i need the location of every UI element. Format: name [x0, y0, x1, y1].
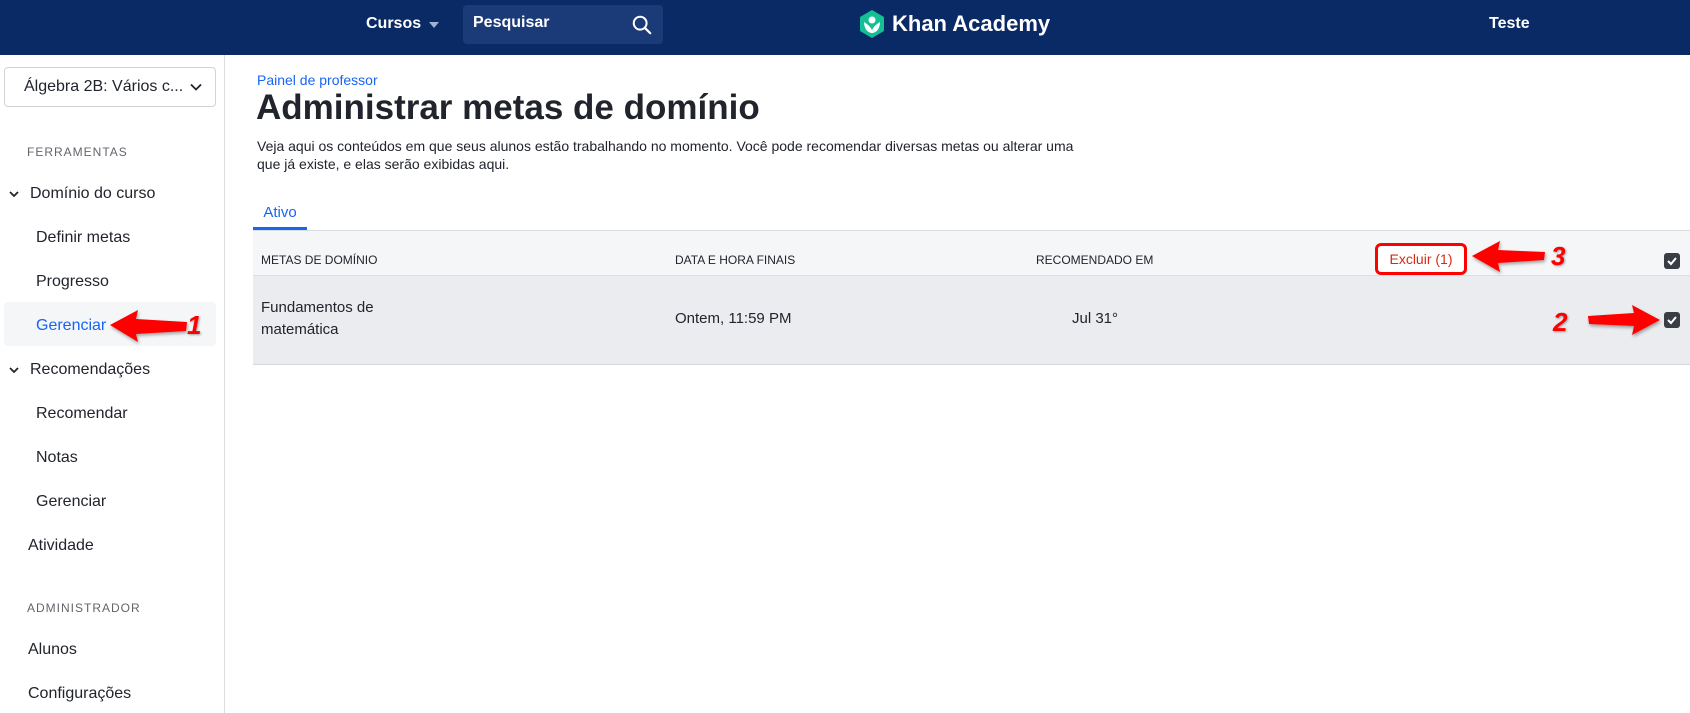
search-input[interactable] [473, 14, 623, 32]
delete-button[interactable]: Excluir (1) [1375, 243, 1467, 275]
sidebar-item-activity[interactable]: Atividade [28, 537, 94, 555]
sidebar-item-manage-recommendations[interactable]: Gerenciar [36, 493, 106, 511]
khan-leaf-icon [860, 10, 884, 38]
table-header [253, 230, 1690, 276]
sidebar-item-progress[interactable]: Progresso [36, 273, 109, 291]
user-menu[interactable]: Teste [1489, 15, 1530, 33]
logo-text: Khan Academy [892, 11, 1051, 36]
sidebar-group-mastery[interactable]: Domínio do curso [8, 185, 155, 203]
sidebar-item-recommend[interactable]: Recomendar [36, 405, 128, 423]
annotation-label-1: 1 [187, 310, 202, 340]
course-select-value: Álgebra 2B: Vários c... [24, 78, 184, 95]
due-date: Ontem, 11:59 PM [675, 310, 792, 327]
column-header-recommended: RECOMENDADO EM [1036, 253, 1154, 267]
annotation-label-3: 3 [1551, 241, 1566, 271]
column-header-due: DATA E HORA FINAIS [675, 253, 796, 267]
admin-heading: ADMINISTRADOR [27, 601, 141, 615]
select-all-checkbox[interactable] [1664, 253, 1680, 269]
tools-heading: FERRAMENTAS [27, 145, 128, 159]
khan-academy-logo[interactable]: Khan Academy [858, 9, 1050, 39]
recommended-date: Jul 31° [1072, 310, 1119, 327]
check-icon [1667, 316, 1677, 325]
top-nav: Cursos Khan Academy Teste [0, 0, 1690, 55]
breadcrumb[interactable]: Painel de professor [257, 72, 378, 88]
caret-down-icon [429, 22, 440, 28]
sidebar-group-recommendations[interactable]: Recomendações [8, 361, 150, 379]
goal-name: Fundamentos de matemática [261, 299, 374, 338]
course-select[interactable]: Álgebra 2B: Vários c... [4, 67, 216, 107]
table-row[interactable] [253, 276, 1690, 365]
sidebar-group-label: Domínio do curso [30, 185, 156, 202]
chevron-down-icon [9, 191, 19, 198]
page-description: Veja aqui os conteúdos em que seus aluno… [257, 138, 1074, 172]
column-header-goals: METAS DE DOMÍNIO [261, 253, 378, 267]
tab-active[interactable]: Ativo [253, 200, 307, 230]
sidebar-item-students[interactable]: Alunos [28, 641, 77, 659]
row-checkbox[interactable] [1664, 312, 1680, 328]
sidebar-group-label: Recomendações [30, 361, 151, 378]
sidebar-item-grades[interactable]: Notas [36, 449, 78, 467]
chevron-down-icon [9, 367, 19, 374]
check-icon [1667, 257, 1677, 266]
annotation-label-2: 2 [1553, 307, 1568, 337]
courses-menu[interactable]: Cursos [366, 15, 440, 33]
sidebar-item-define-goals[interactable]: Definir metas [36, 229, 130, 247]
courses-label: Cursos [366, 15, 422, 32]
chevron-down-icon [190, 83, 202, 91]
page-title: Administrar metas de domínio [256, 88, 760, 127]
search-icon[interactable] [631, 14, 653, 36]
search-box[interactable] [463, 5, 663, 44]
sidebar-item-manage-goals[interactable]: Gerenciar [36, 317, 106, 335]
sidebar-item-settings[interactable]: Configurações [28, 685, 131, 703]
